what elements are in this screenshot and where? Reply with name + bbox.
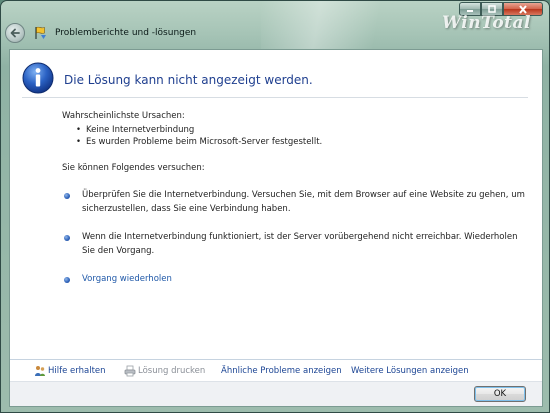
dialog-footer: OK: [10, 381, 542, 406]
print-solution-link[interactable]: Lösung drucken: [124, 365, 221, 377]
option-retry: Vorgang wiederholen: [62, 272, 532, 286]
bullet-icon: [64, 277, 70, 283]
information-icon: [22, 62, 54, 94]
cause-item: Keine Internetverbindung: [76, 124, 532, 136]
more-solutions-label: Weitere Lösungen anzeigen: [351, 365, 469, 376]
get-help-label: Hilfe erhalten: [48, 365, 106, 376]
help-people-icon: [34, 365, 46, 377]
minimize-icon: [467, 10, 473, 12]
ok-button[interactable]: OK: [474, 386, 526, 402]
get-help-link[interactable]: Hilfe erhalten: [34, 365, 124, 377]
causes-list: Keine Internetverbindung Es wurden Probl…: [76, 124, 532, 148]
message-header: Die Lösung kann nicht angezeigt werden.: [22, 62, 528, 98]
more-solutions-link[interactable]: Weitere Lösungen anzeigen: [351, 366, 481, 376]
back-button[interactable]: [5, 23, 25, 43]
maximize-icon: [488, 5, 496, 13]
watermark-logo: WinTotal: [442, 13, 531, 33]
task-links-bar: Hilfe erhalten Lösung drucken Ähnliche P…: [10, 359, 542, 381]
problem-reports-flag-icon: [33, 25, 49, 41]
print-solution-label: Lösung drucken: [138, 365, 206, 376]
message-body: Wahrscheinlichste Ursachen: Keine Intern…: [62, 110, 532, 286]
error-heading: Die Lösung kann nicht angezeigt werden.: [64, 73, 313, 87]
back-arrow-icon: [10, 28, 20, 38]
similar-problems-label: Ähnliche Probleme anzeigen: [221, 365, 342, 376]
try-heading: Sie können Folgendes versuchen:: [62, 163, 205, 173]
option-text: Überprüfen Sie die Internetverbindung. V…: [82, 190, 525, 214]
retry-link[interactable]: Vorgang wiederholen: [82, 274, 172, 284]
bullet-icon: [64, 235, 70, 241]
option-check-connection: Überprüfen Sie die Internetverbindung. V…: [62, 188, 532, 216]
option-server-unavailable: Wenn die Internetverbindung funktioniert…: [62, 230, 532, 258]
bullet-icon: [64, 193, 70, 199]
printer-icon: [124, 365, 136, 377]
window-title: Problemberichte und -lösungen: [55, 28, 197, 38]
option-text: Wenn die Internetverbindung funktioniert…: [82, 232, 518, 256]
cause-item: Es wurden Probleme beim Microsoft-Server…: [76, 136, 532, 148]
causes-heading: Wahrscheinlichste Ursachen:: [62, 111, 185, 121]
problem-reports-window: Problemberichte und -lösungen WinTotal D…: [0, 0, 550, 413]
similar-problems-link[interactable]: Ähnliche Probleme anzeigen: [221, 366, 351, 376]
content-pane: Die Lösung kann nicht angezeigt werden. …: [9, 49, 543, 407]
